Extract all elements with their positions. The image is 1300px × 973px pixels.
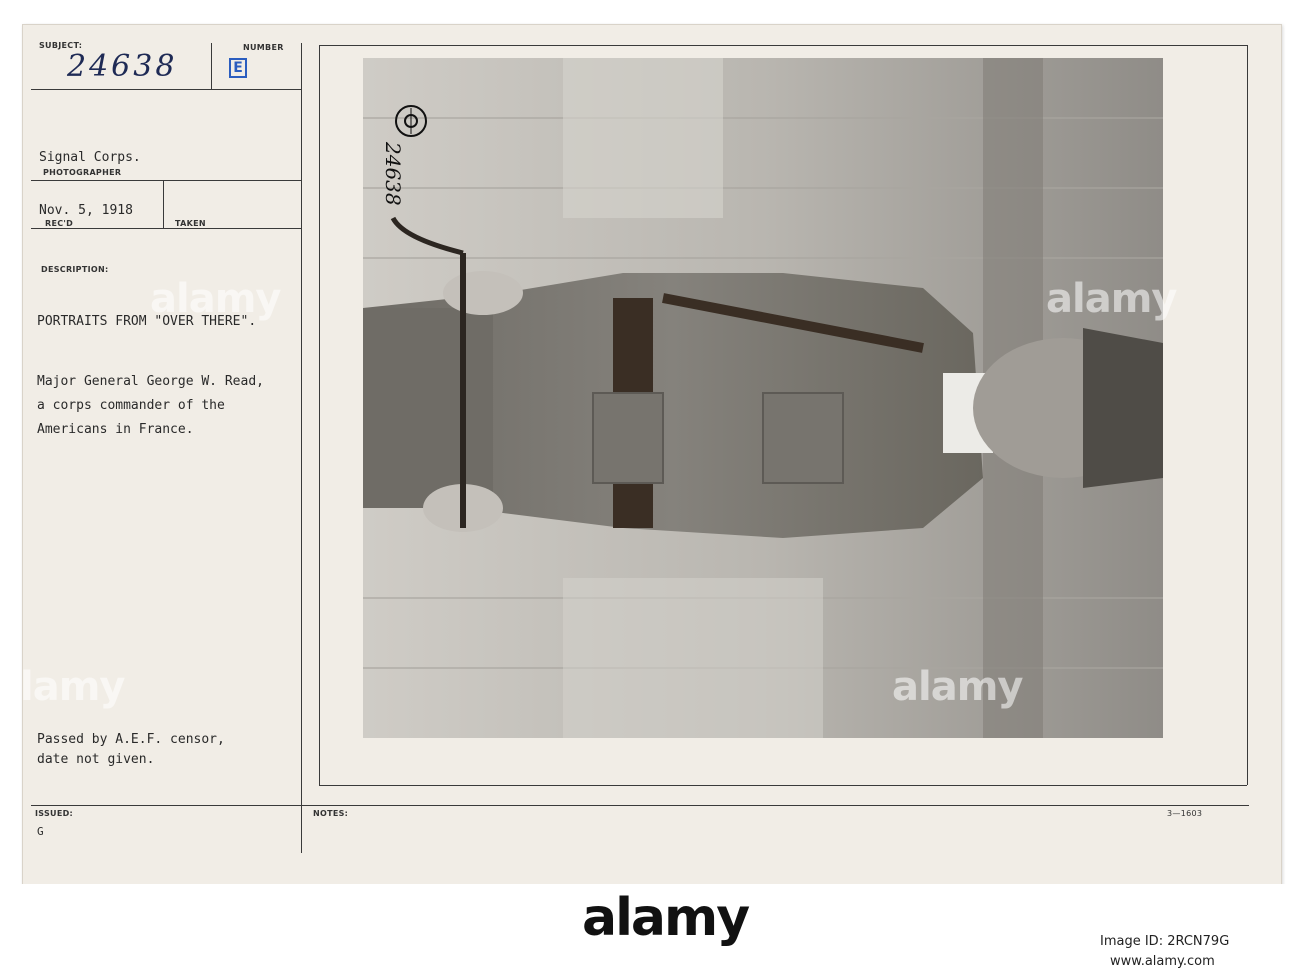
footer-rule [31, 805, 1249, 806]
footer-image-id: Image ID: 2RCN79G [1100, 934, 1230, 949]
watermark-top-right: alamy [1046, 276, 1177, 322]
description-line-2: a corps commander of the [37, 398, 225, 413]
recd-divider [163, 180, 164, 228]
number-label: NUMBER [243, 43, 284, 52]
subject-underline [31, 89, 301, 90]
recd-value: Nov. 5, 1918 [39, 203, 133, 218]
photo-serial-number: 24638 [381, 142, 405, 206]
photo-frame-top [319, 45, 1247, 46]
photo-frame-right [1247, 45, 1248, 785]
watermark-top-left: alamy [150, 276, 281, 322]
notes-label: NOTES: [313, 809, 349, 818]
portrait-photograph [363, 58, 1163, 738]
form-number: 3—1603 [1167, 809, 1203, 818]
photo-frame-left [319, 45, 320, 785]
number-stamp: E [229, 58, 247, 78]
alamy-logo: alamy [582, 888, 750, 948]
footer-url: www.alamy.com [1110, 954, 1215, 969]
photographer-label: PHOTOGRAPHER [43, 168, 122, 177]
censor-line-2: date not given. [37, 752, 155, 767]
recd-underline [31, 228, 301, 229]
description-line-1: Major General George W. Read, [37, 374, 264, 389]
photographer-value: Signal Corps. [39, 150, 141, 165]
signal-corps-stamp-icon [395, 105, 427, 137]
recd-label: REC'D [45, 219, 74, 228]
taken-label: TAKEN [175, 219, 206, 228]
photographer-underline [31, 180, 301, 181]
issued-value: G [37, 825, 44, 838]
header-divider [211, 43, 212, 89]
issued-label: ISSUED: [35, 809, 74, 818]
description-line-3: Americans in France. [37, 422, 194, 437]
description-label: DESCRIPTION: [41, 265, 109, 274]
subject-number: 24638 [67, 49, 178, 84]
photo-frame-bottom [319, 785, 1247, 786]
watermark-bottom-left: alamy [0, 664, 125, 710]
watermark-bottom-right: alamy [892, 664, 1023, 710]
left-panel-border [301, 43, 302, 853]
censor-line-1: Passed by A.E.F. censor, [37, 732, 225, 747]
